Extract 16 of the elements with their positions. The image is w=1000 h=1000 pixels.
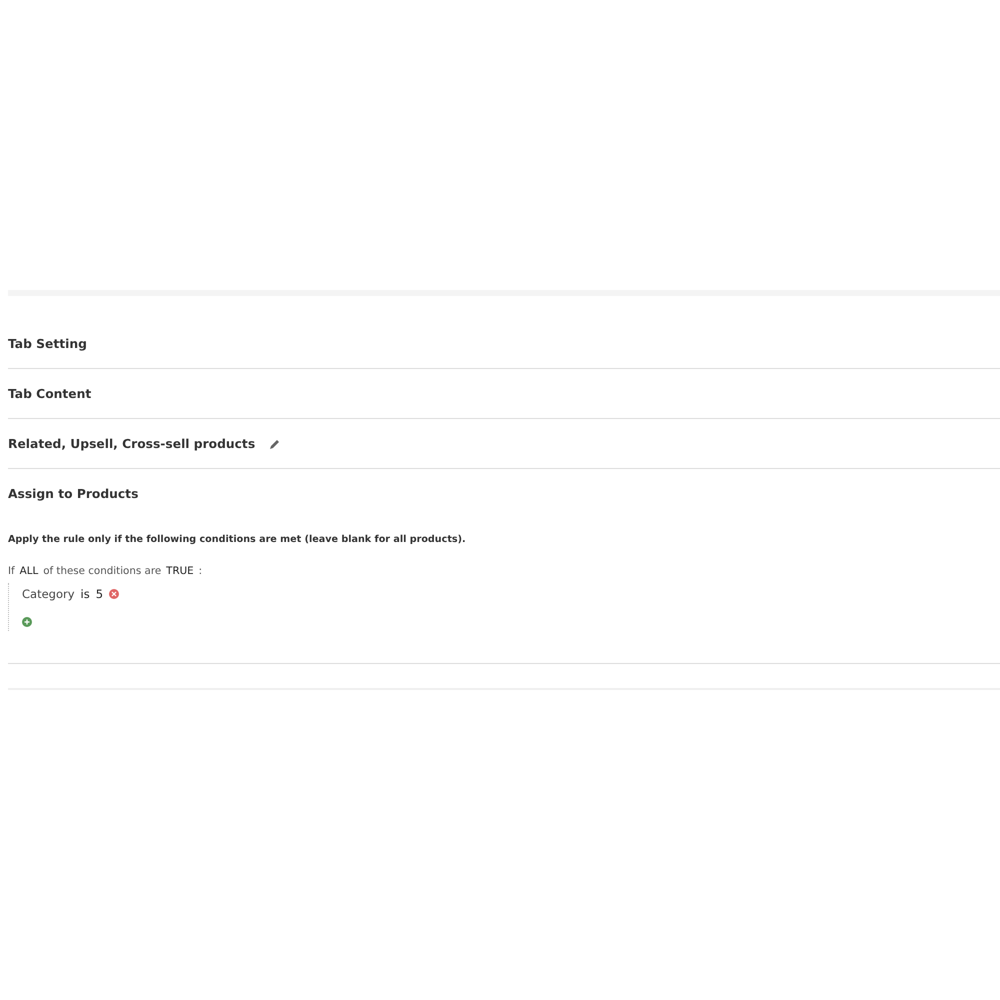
pencil-icon[interactable]: [269, 438, 282, 450]
section-title[interactable]: Tab Setting: [8, 336, 87, 350]
section-title[interactable]: Tab Content: [8, 386, 92, 400]
remove-icon[interactable]: [109, 589, 120, 599]
add-icon[interactable]: [22, 617, 32, 627]
section-title[interactable]: Assign to Products: [8, 486, 138, 500]
condition-text: of these conditions are: [43, 565, 162, 577]
attribute-link[interactable]: Category: [22, 587, 75, 601]
condition-suffix: :: [198, 565, 202, 577]
value-link[interactable]: TRUE: [166, 565, 194, 577]
aggregator-link[interactable]: ALL: [20, 565, 38, 577]
condition-prefix: If: [8, 565, 15, 577]
section-title[interactable]: Related, Upsell, Cross-sell products: [8, 436, 256, 450]
operator-link[interactable]: is: [80, 587, 90, 601]
conditions-intro: Apply the rule only if the following conditions are met (leave blank for all products).: [8, 534, 467, 545]
value-link[interactable]: 5: [96, 587, 104, 601]
